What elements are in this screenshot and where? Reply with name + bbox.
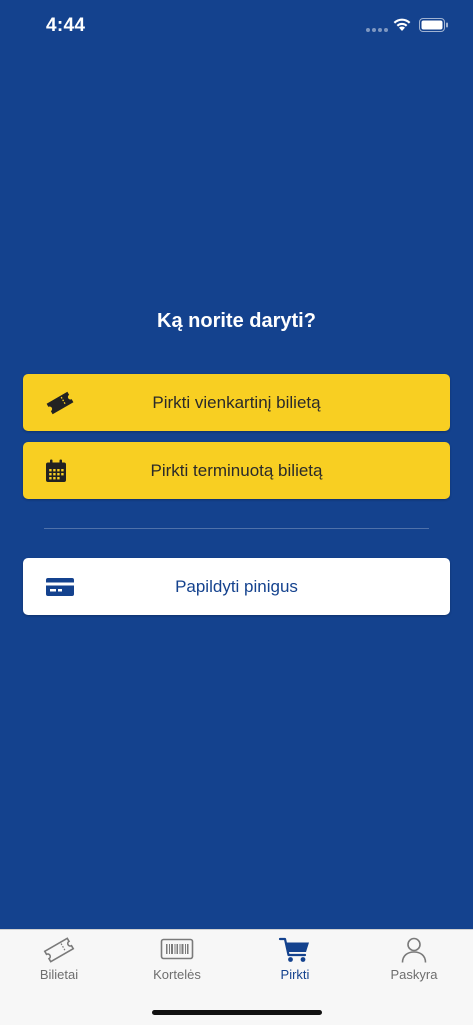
ticket-outline-icon: [0, 936, 118, 964]
tab-korteles[interactable]: Kortelės: [118, 930, 236, 990]
top-up-money-button[interactable]: Papildyti pinigus: [23, 558, 450, 615]
tab-paskyra[interactable]: Paskyra: [355, 930, 473, 990]
calendar-icon: [45, 459, 67, 483]
buy-single-ticket-button[interactable]: Pirkti vienkartinį bilietą: [23, 374, 450, 431]
wifi-icon: [392, 17, 412, 37]
status-time: 4:44: [46, 15, 86, 36]
tab-pirkti[interactable]: Pirkti: [236, 930, 354, 990]
ticket-icon: [45, 390, 75, 416]
page-question: Ką norite daryti?: [157, 310, 316, 332]
cart-icon: [236, 936, 354, 964]
buy-period-ticket-label: Pirkti terminuotą bilietą: [150, 460, 323, 480]
section-divider: [44, 528, 429, 529]
home-indicator[interactable]: [152, 1010, 322, 1015]
tab-bar: Bilietai Kortelės Pirkti Paskyra: [0, 929, 473, 1025]
tab-paskyra-label: Paskyra: [390, 967, 438, 982]
tab-pirkti-label: Pirkti: [280, 967, 310, 982]
buy-period-ticket-button[interactable]: Pirkti terminuotą bilietą: [23, 442, 450, 499]
cellular-signal-icon: [366, 28, 388, 32]
tab-bilietai[interactable]: Bilietai: [0, 930, 118, 990]
tab-korteles-label: Kortelės: [153, 967, 201, 982]
buy-single-ticket-label: Pirkti vienkartinį bilietą: [152, 392, 321, 412]
top-up-money-label: Papildyti pinigus: [175, 576, 298, 596]
credit-card-icon: [45, 576, 75, 598]
barcode-card-icon: [118, 936, 236, 962]
user-icon: [355, 936, 473, 964]
battery-icon: [419, 18, 449, 37]
tab-bilietai-label: Bilietai: [39, 967, 79, 982]
status-bar: 4:44: [0, 0, 473, 50]
